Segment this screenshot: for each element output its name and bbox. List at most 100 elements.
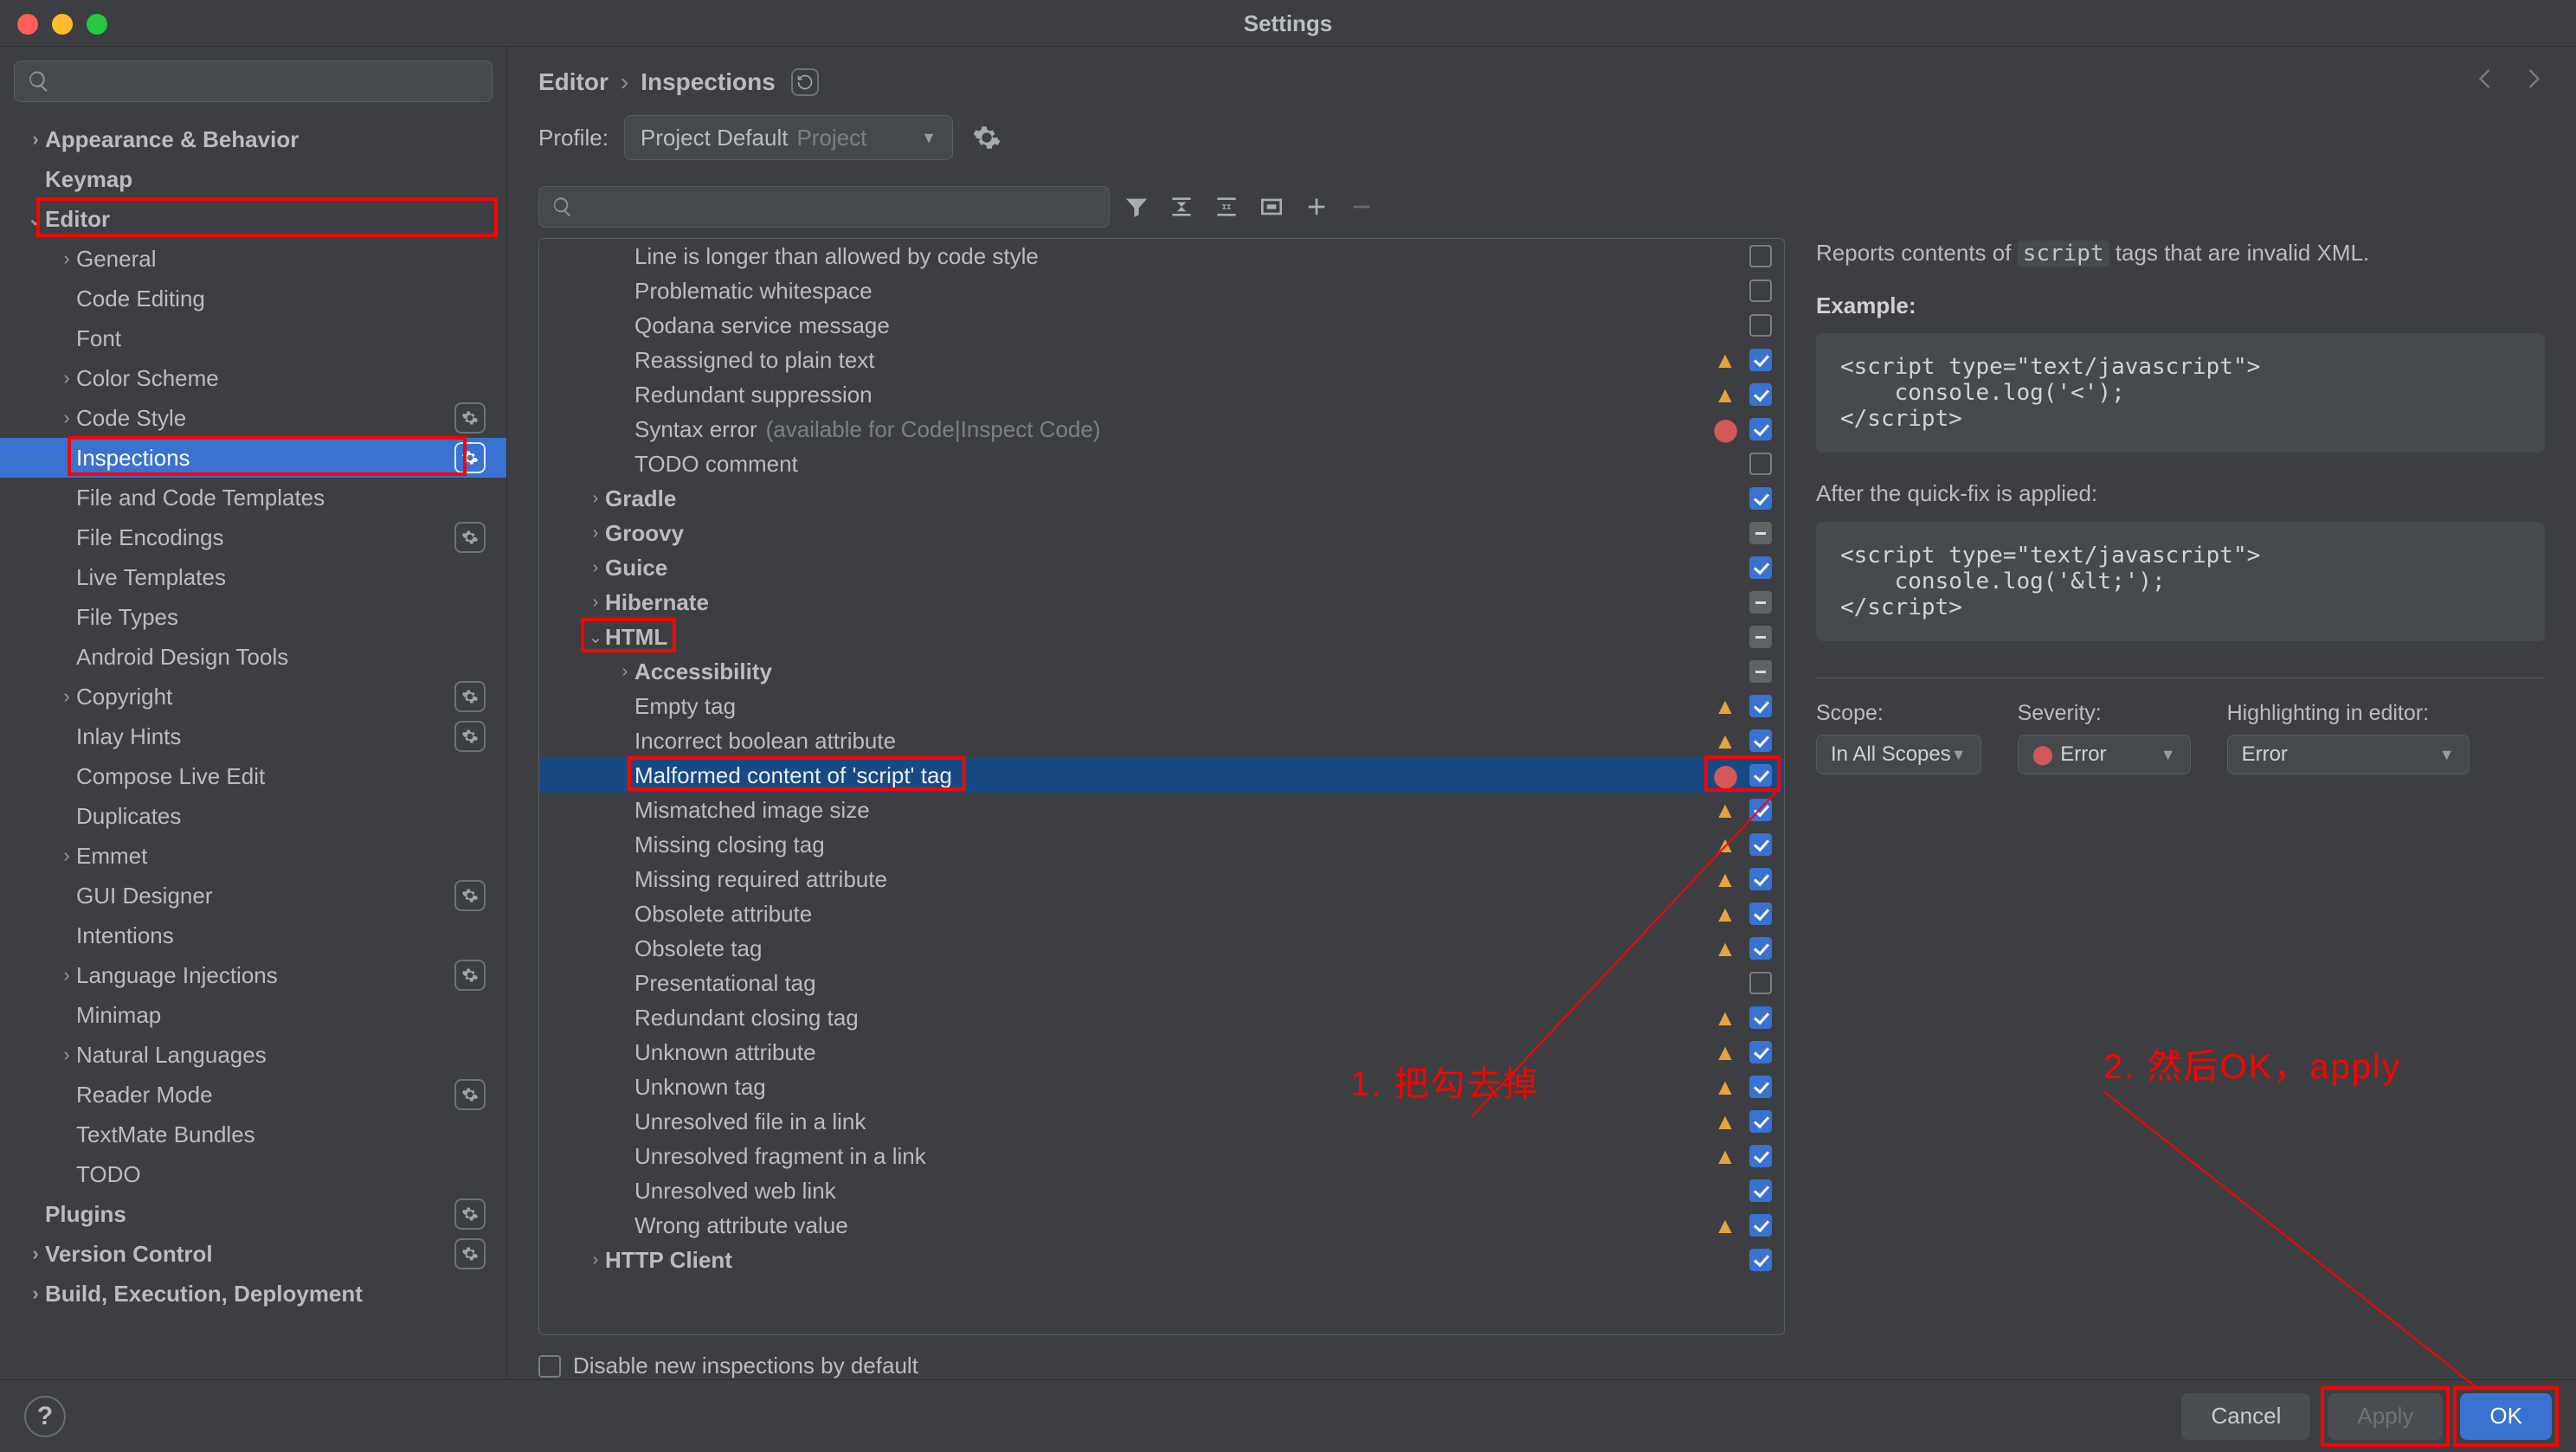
sidebar-item-emmet[interactable]: ›Emmet — [0, 836, 506, 876]
minimize-window-icon[interactable] — [52, 14, 73, 35]
breadcrumb-inspections[interactable]: Inspections — [641, 68, 776, 96]
sidebar-item-file-and-code-templates[interactable]: File and Code Templates — [0, 478, 506, 517]
sidebar-item-copyright[interactable]: ›Copyright — [0, 677, 506, 716]
reset-icon[interactable] — [791, 68, 819, 96]
severity-dropdown[interactable]: ⬤Error▼ — [2018, 735, 2191, 774]
inspection-checkbox[interactable] — [1749, 349, 1772, 371]
gear-icon[interactable] — [454, 1238, 486, 1269]
inspection-checkbox[interactable] — [1749, 729, 1772, 752]
sidebar-item-inspections[interactable]: Inspections — [0, 438, 506, 478]
inspection-checkbox[interactable] — [1749, 1214, 1772, 1237]
sidebar-item-general[interactable]: ›General — [0, 239, 506, 279]
inspection-row[interactable]: Unresolved fragment in a link▲ — [539, 1139, 1784, 1173]
inspection-checkbox[interactable] — [1749, 487, 1772, 510]
inspection-row[interactable]: Syntax error(available for Code|Inspect … — [539, 412, 1784, 447]
sidebar-item-gui-designer[interactable]: GUI Designer — [0, 876, 506, 916]
inspection-row[interactable]: Empty tag▲ — [539, 689, 1784, 723]
inspection-checkbox[interactable] — [1749, 1249, 1772, 1271]
sidebar-item-compose-live-edit[interactable]: Compose Live Edit — [0, 756, 506, 796]
inspection-row[interactable]: Mismatched image size▲ — [539, 793, 1784, 827]
filter-button[interactable] — [1122, 192, 1151, 222]
inspection-checkbox[interactable] — [1749, 383, 1772, 406]
scope-dropdown[interactable]: In All Scopes▼ — [1816, 735, 1981, 774]
sidebar-item-build-execution-deployment[interactable]: ›Build, Execution, Deployment — [0, 1274, 506, 1314]
inspection-search-input[interactable] — [538, 186, 1110, 228]
inspection-row[interactable]: Obsolete tag▲ — [539, 931, 1784, 966]
sidebar-item-file-types[interactable]: File Types — [0, 597, 506, 637]
sidebar-item-appearance-behavior[interactable]: ›Appearance & Behavior — [0, 119, 506, 159]
highlighting-dropdown[interactable]: Error▼ — [2227, 735, 2470, 774]
sidebar-item-keymap[interactable]: Keymap — [0, 159, 506, 199]
gear-icon[interactable] — [454, 522, 486, 553]
inspection-checkbox[interactable] — [1749, 972, 1772, 994]
inspection-checkbox[interactable] — [1749, 833, 1772, 856]
sidebar-item-code-style[interactable]: ›Code Style — [0, 398, 506, 438]
inspection-row[interactable]: ›Accessibility — [539, 654, 1784, 689]
inspection-row[interactable]: Redundant suppression▲ — [539, 377, 1784, 412]
inspection-checkbox[interactable] — [1749, 1006, 1772, 1029]
inspection-checkbox[interactable] — [1749, 522, 1772, 544]
inspection-row[interactable]: ›Guice — [539, 550, 1784, 585]
remove-button[interactable] — [1347, 192, 1376, 222]
inspection-checkbox[interactable] — [1749, 1110, 1772, 1133]
sidebar-item-reader-mode[interactable]: Reader Mode — [0, 1075, 506, 1115]
inspection-checkbox[interactable] — [1749, 1179, 1772, 1202]
cancel-button[interactable]: Cancel — [2181, 1393, 2310, 1440]
sidebar-item-file-encodings[interactable]: File Encodings — [0, 517, 506, 557]
disable-new-inspections-checkbox[interactable] — [538, 1355, 561, 1378]
inspection-row[interactable]: Unresolved web link — [539, 1173, 1784, 1208]
sidebar-item-color-scheme[interactable]: ›Color Scheme — [0, 358, 506, 398]
inspection-row[interactable]: Reassigned to plain text▲ — [539, 343, 1784, 377]
inspection-row[interactable]: Problematic whitespace — [539, 273, 1784, 308]
gear-icon[interactable] — [454, 402, 486, 434]
inspection-row[interactable]: Unknown tag▲ — [539, 1070, 1784, 1104]
inspection-checkbox[interactable] — [1749, 764, 1772, 787]
inspection-row[interactable]: Presentational tag — [539, 966, 1784, 1000]
reset-default-button[interactable] — [1257, 192, 1286, 222]
inspection-checkbox[interactable] — [1749, 937, 1772, 960]
sidebar-item-android-design-tools[interactable]: Android Design Tools — [0, 637, 506, 677]
inspection-row[interactable]: Obsolete attribute▲ — [539, 896, 1784, 931]
sidebar-item-inlay-hints[interactable]: Inlay Hints — [0, 716, 506, 756]
ok-button[interactable]: OK — [2460, 1393, 2552, 1440]
gear-icon[interactable] — [454, 1079, 486, 1110]
help-button[interactable]: ? — [24, 1396, 66, 1437]
inspection-row[interactable]: ›Groovy — [539, 516, 1784, 550]
inspection-checkbox[interactable] — [1749, 279, 1772, 302]
inspection-checkbox[interactable] — [1749, 1145, 1772, 1167]
inspections-tree[interactable]: Line is longer than allowed by code styl… — [538, 238, 1785, 1335]
sidebar-item-todo[interactable]: TODO — [0, 1154, 506, 1194]
inspection-row[interactable]: Line is longer than allowed by code styl… — [539, 239, 1784, 273]
inspection-row[interactable]: Incorrect boolean attribute▲ — [539, 723, 1784, 758]
inspection-row[interactable]: Unresolved file in a link▲ — [539, 1104, 1784, 1139]
inspection-checkbox[interactable] — [1749, 418, 1772, 440]
close-window-icon[interactable] — [17, 14, 38, 35]
breadcrumb-editor[interactable]: Editor — [538, 68, 609, 96]
inspection-checkbox[interactable] — [1749, 799, 1772, 821]
inspection-row[interactable]: ›Gradle — [539, 481, 1784, 516]
sidebar-item-plugins[interactable]: Plugins — [0, 1194, 506, 1234]
nav-back-icon[interactable] — [2474, 66, 2500, 92]
profile-dropdown[interactable]: Project Default Project ▼ — [624, 115, 953, 160]
inspection-row[interactable]: ›Hibernate — [539, 585, 1784, 620]
inspection-row[interactable]: ›HTTP Client — [539, 1243, 1784, 1277]
sidebar-item-duplicates[interactable]: Duplicates — [0, 796, 506, 836]
zoom-window-icon[interactable] — [87, 14, 107, 35]
gear-icon[interactable] — [454, 442, 486, 473]
gear-icon[interactable] — [454, 1198, 486, 1230]
inspection-checkbox[interactable] — [1749, 660, 1772, 683]
inspection-row[interactable]: Missing closing tag▲ — [539, 827, 1784, 862]
inspection-checkbox[interactable] — [1749, 695, 1772, 717]
inspection-checkbox[interactable] — [1749, 591, 1772, 614]
sidebar-item-live-templates[interactable]: Live Templates — [0, 557, 506, 597]
sidebar-item-textmate-bundles[interactable]: TextMate Bundles — [0, 1115, 506, 1154]
collapse-all-button[interactable] — [1212, 192, 1241, 222]
nav-forward-icon[interactable] — [2519, 66, 2545, 92]
sidebar-search-input[interactable] — [14, 61, 493, 102]
inspection-checkbox[interactable] — [1749, 903, 1772, 925]
inspection-checkbox[interactable] — [1749, 1041, 1772, 1063]
gear-icon[interactable] — [454, 960, 486, 991]
inspection-checkbox[interactable] — [1749, 453, 1772, 475]
inspection-row[interactable]: ⌄HTML — [539, 620, 1784, 654]
inspection-checkbox[interactable] — [1749, 626, 1772, 648]
